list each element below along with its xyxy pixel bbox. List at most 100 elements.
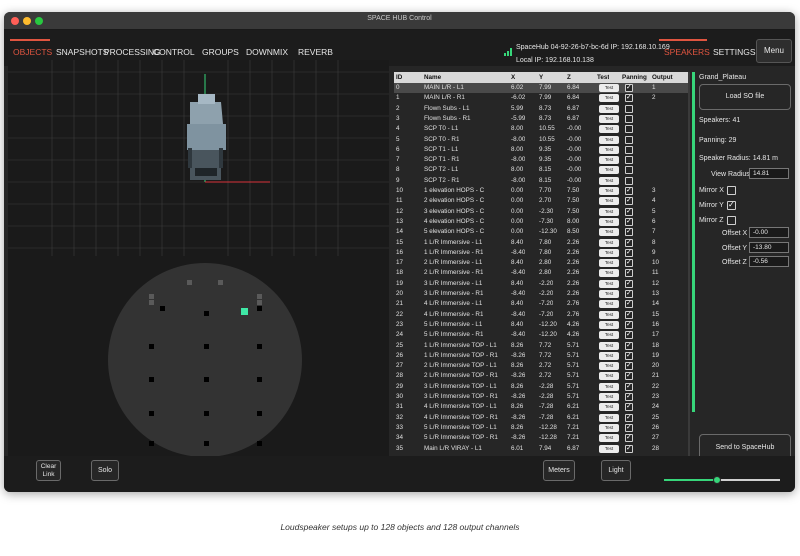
- test-button[interactable]: Test: [599, 259, 619, 268]
- table-row[interactable]: 22 4 L/R Immersive - R1 -8.40 -7.20 2.76 15 Te…: [394, 310, 690, 320]
- tab-downmix[interactable]: DOWNMIX: [246, 47, 288, 57]
- meters-button[interactable]: Meters: [543, 460, 575, 481]
- panning-checkbox[interactable]: [625, 279, 633, 288]
- tab-snapshots[interactable]: SNAPSHOTS: [56, 47, 108, 57]
- test-button[interactable]: Test: [599, 207, 619, 216]
- table-row[interactable]: 34 5 L/R Immersive TOP - R1 -8.26 -12.28 7.2…: [394, 433, 690, 443]
- table-row[interactable]: 21 4 L/R Immersive - L1 8.40 -7.20 2.76 14 Tes…: [394, 299, 690, 309]
- test-button[interactable]: Test: [599, 248, 619, 257]
- table-row[interactable]: 14 5 elevation HOPS - C 0.00 -12.30 8.50 7 Tes…: [394, 227, 690, 237]
- test-button[interactable]: Test: [599, 114, 619, 123]
- panning-checkbox[interactable]: [625, 423, 633, 432]
- table-row[interactable]: 10 1 elevation HOPS - C 0.00 7.70 7.50 3 Test: [394, 186, 690, 196]
- test-button[interactable]: Test: [599, 269, 619, 278]
- test-button[interactable]: Test: [599, 372, 619, 381]
- test-button[interactable]: Test: [599, 444, 619, 453]
- test-button[interactable]: Test: [599, 290, 619, 298]
- panning-checkbox[interactable]: [625, 371, 633, 381]
- panning-checkbox[interactable]: [625, 176, 633, 185]
- solo-button[interactable]: Solo: [91, 460, 119, 481]
- test-button[interactable]: Test: [599, 413, 619, 422]
- panning-checkbox[interactable]: [625, 248, 633, 257]
- offset-z-input[interactable]: -0.56: [749, 256, 789, 267]
- panning-checkbox[interactable]: [625, 166, 633, 175]
- test-button[interactable]: Test: [599, 176, 619, 185]
- speaker-marker[interactable]: [257, 306, 262, 311]
- table-row[interactable]: 15 1 L/R Immersive - L1 8.40 7.80 2.26 8 Test: [394, 238, 690, 248]
- test-button[interactable]: Test: [599, 197, 619, 206]
- tab-objects[interactable]: OBJECTS: [13, 47, 52, 57]
- speaker-marker[interactable]: [257, 441, 262, 446]
- speaker-marker[interactable]: [257, 300, 262, 305]
- test-button[interactable]: Test: [599, 238, 619, 247]
- speaker-marker[interactable]: [149, 300, 154, 305]
- speaker-marker[interactable]: [257, 344, 262, 349]
- panning-checkbox[interactable]: [625, 310, 633, 319]
- speaker-marker[interactable]: [149, 344, 154, 349]
- table-row[interactable]: 20 3 L/R Immersive - R1 -8.40 -2.20 2.26 13 Te…: [394, 289, 690, 299]
- panning-checkbox[interactable]: [625, 361, 633, 371]
- test-button[interactable]: Test: [599, 423, 619, 432]
- panning-checkbox[interactable]: [625, 433, 633, 443]
- speaker-marker[interactable]: [149, 377, 154, 382]
- speaker-marker[interactable]: [204, 411, 209, 416]
- speaker-marker[interactable]: [204, 344, 209, 349]
- tab-settings[interactable]: SETTINGS: [713, 47, 756, 57]
- level-slider[interactable]: [664, 476, 780, 484]
- load-so-file-button[interactable]: Load SO file: [699, 84, 791, 110]
- panning-checkbox[interactable]: [625, 351, 633, 360]
- test-button[interactable]: Test: [599, 351, 619, 360]
- test-button[interactable]: Test: [599, 382, 619, 391]
- test-button[interactable]: Test: [599, 187, 619, 195]
- top-view[interactable]: [8, 256, 389, 468]
- table-row[interactable]: 8 SCP T2 - L1 8.00 8.15 -0.00 Test: [394, 165, 690, 175]
- speaker-marker[interactable]: [204, 377, 209, 382]
- table-row[interactable]: 12 3 elevation HOPS - C 0.00 -2.30 7.50 5 Test: [394, 207, 690, 217]
- panning-checkbox[interactable]: [625, 402, 633, 412]
- speaker-marker[interactable]: [149, 441, 154, 446]
- panning-checkbox[interactable]: [625, 382, 633, 391]
- panning-checkbox[interactable]: [625, 413, 633, 422]
- offset-y-input[interactable]: -13.80: [749, 242, 789, 253]
- table-row[interactable]: 0 MAIN L/R - L1 6.02 7.99 6.84 1 Test: [394, 83, 690, 94]
- table-row[interactable]: 35 Main L/R VIRAY - L1 6.01 7.94 6.87 28 Test: [394, 444, 690, 454]
- tab-control[interactable]: CONTROL: [153, 47, 195, 57]
- panning-checkbox[interactable]: [625, 392, 633, 401]
- test-button[interactable]: Test: [599, 125, 619, 134]
- tab-reverb[interactable]: REVERB: [298, 47, 333, 57]
- table-row[interactable]: 32 4 L/R Immersive TOP - R1 -8.26 -7.28 6.21…: [394, 413, 690, 423]
- table-row[interactable]: 17 2 L/R Immersive - L1 8.40 2.80 2.26 10 Test: [394, 258, 690, 268]
- speaker-marker[interactable]: [257, 377, 262, 382]
- panning-checkbox[interactable]: [625, 207, 633, 216]
- table-row[interactable]: 31 4 L/R Immersive TOP - L1 8.26 -7.28 6.21 2…: [394, 402, 690, 412]
- test-button[interactable]: Test: [599, 145, 619, 154]
- test-button[interactable]: Test: [599, 341, 619, 350]
- panning-checkbox[interactable]: [625, 125, 633, 134]
- test-button[interactable]: Test: [599, 217, 619, 226]
- speaker-marker[interactable]: [204, 311, 209, 316]
- table-row[interactable]: 30 3 L/R Immersive TOP - R1 -8.26 -2.28 5.71…: [394, 392, 690, 402]
- panning-checkbox[interactable]: [625, 217, 633, 226]
- speaker-marker[interactable]: [204, 441, 209, 446]
- test-button[interactable]: Test: [599, 362, 619, 371]
- speaker-marker[interactable]: [257, 294, 262, 299]
- speaker-marker[interactable]: [218, 280, 223, 285]
- panning-checkbox[interactable]: [625, 341, 633, 350]
- panning-checkbox[interactable]: [625, 135, 633, 144]
- 3d-view[interactable]: [8, 60, 389, 256]
- table-row[interactable]: 9 SCP T2 - R1 -8.00 8.15 -0.00 Test: [394, 176, 690, 186]
- panning-checkbox[interactable]: [625, 145, 633, 154]
- test-button[interactable]: Test: [599, 434, 619, 443]
- panning-checkbox[interactable]: [625, 320, 633, 329]
- mirror-x-checkbox[interactable]: [727, 186, 736, 195]
- test-button[interactable]: Test: [599, 156, 619, 165]
- table-row[interactable]: 29 3 L/R Immersive TOP - L1 8.26 -2.28 5.71 2…: [394, 382, 690, 392]
- test-button[interactable]: Test: [599, 300, 619, 309]
- test-button[interactable]: Test: [599, 104, 619, 113]
- table-scrollbar[interactable]: [688, 72, 690, 472]
- test-button[interactable]: Test: [599, 331, 619, 340]
- table-row[interactable]: 25 1 L/R Immersive TOP - L1 8.26 7.72 5.71 18…: [394, 341, 690, 351]
- panning-checkbox[interactable]: [625, 114, 633, 123]
- tab-groups[interactable]: GROUPS: [202, 47, 239, 57]
- table-row[interactable]: 28 2 L/R Immersive TOP - R1 -8.26 2.72 5.71 2…: [394, 371, 690, 381]
